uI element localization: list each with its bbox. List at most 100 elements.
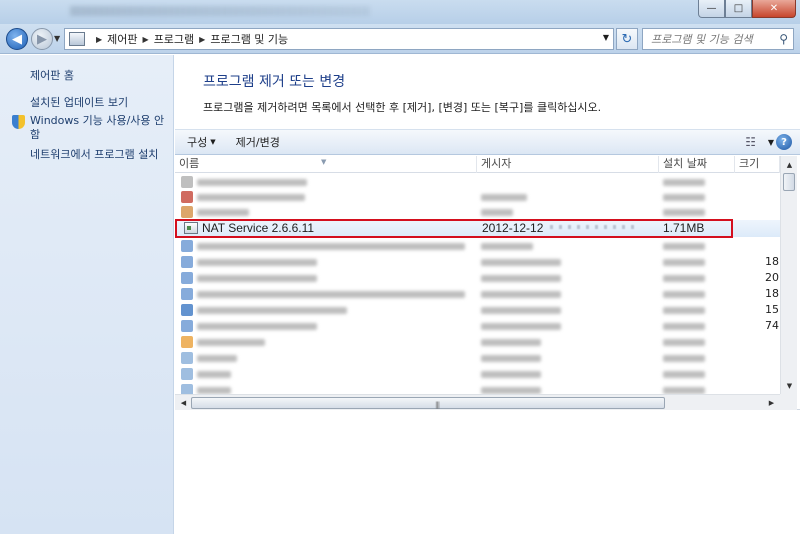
blurred-text — [481, 307, 561, 314]
blurred-text — [663, 355, 705, 362]
blurred-text — [663, 179, 705, 186]
maximize-button[interactable]: □ — [725, 0, 752, 18]
list-item[interactable] — [175, 174, 780, 190]
organize-label: 구성 — [187, 136, 208, 149]
address-dropdown-icon[interactable]: ▼ — [603, 33, 609, 42]
blurred-text — [197, 275, 317, 282]
list-item[interactable]: 74. — [175, 318, 780, 334]
refresh-button[interactable]: ↻ — [616, 28, 638, 50]
breadcrumb-arrow-icon[interactable]: ▶ — [96, 35, 102, 44]
list-item[interactable] — [175, 350, 780, 366]
breadcrumb-arrow-icon[interactable]: ▶ — [199, 35, 205, 44]
window-controls: — □ ✕ — [698, 0, 796, 18]
grip-icon: ||| — [435, 401, 440, 409]
breadcrumb-arrow-icon[interactable]: ▶ — [143, 35, 149, 44]
search-input[interactable] — [651, 32, 769, 46]
recent-pages-dropdown[interactable]: ▼ — [54, 34, 60, 43]
chevron-down-icon: ▼ — [210, 138, 216, 146]
program-icon — [181, 288, 193, 300]
list-item[interactable]: 15 — [175, 302, 780, 318]
list-item[interactable] — [175, 204, 780, 220]
scroll-corner — [780, 394, 797, 410]
scroll-thumb[interactable] — [783, 173, 795, 191]
program-icon — [181, 352, 193, 364]
list-item[interactable] — [175, 366, 780, 382]
programs-list: 이름 ▼ 게시자 설치 날짜 크기 18 20 18 15 74 NAT Ser… — [175, 156, 800, 410]
blurred-text — [663, 275, 705, 282]
forward-arrow-icon: ▶ — [37, 31, 47, 47]
blurred-text — [197, 194, 305, 201]
program-icon — [181, 272, 193, 284]
program-icon — [181, 256, 193, 268]
blurred-text — [663, 387, 705, 394]
scroll-down-icon[interactable]: ▼ — [782, 378, 797, 393]
blurred-text — [197, 387, 231, 394]
view-options-icon[interactable]: ☷ — [745, 135, 756, 149]
program-icon — [181, 304, 193, 316]
scroll-right-icon[interactable]: ▶ — [764, 396, 779, 410]
blurred-text — [481, 387, 541, 394]
forward-button[interactable]: ▶ — [31, 28, 53, 50]
horizontal-scrollbar[interactable]: ◀ ||| ▶ — [175, 394, 780, 410]
scroll-left-icon[interactable]: ◀ — [176, 396, 191, 410]
list-item[interactable] — [175, 382, 780, 394]
breadcrumb-programs-and-features[interactable]: 프로그램 및 기능 — [210, 31, 288, 47]
help-icon[interactable]: ? — [776, 134, 792, 150]
vertical-scrollbar[interactable]: ▲ ▼ — [780, 156, 797, 394]
column-header-install-date[interactable]: 설치 날짜 — [659, 156, 735, 173]
program-size: 18. — [765, 287, 780, 300]
windows-features-link[interactable]: Windows 기능 사용/사용 안함 — [30, 114, 170, 142]
sort-arrow-icon: ▼ — [321, 158, 327, 166]
list-item[interactable] — [175, 189, 780, 205]
back-arrow-icon: ◀ — [12, 31, 22, 47]
list-item[interactable]: 18. — [175, 254, 780, 270]
search-box[interactable]: ⚲ — [642, 28, 794, 50]
program-icon — [181, 368, 193, 380]
uninstall-change-button[interactable]: 제거/변경 — [236, 134, 280, 150]
view-installed-updates-link[interactable]: 설치된 업데이트 보기 — [30, 96, 128, 110]
breadcrumb-programs[interactable]: 프로그램 — [154, 31, 194, 47]
blurred-text — [663, 209, 705, 216]
column-header-size[interactable]: 크기 — [735, 156, 780, 173]
list-item[interactable] — [175, 238, 780, 254]
blurred-text — [197, 339, 265, 346]
back-button[interactable]: ◀ — [6, 28, 28, 50]
blurred-text — [197, 323, 317, 330]
list-item[interactable]: 20. — [175, 270, 780, 286]
blurred-text — [197, 259, 317, 266]
address-box[interactable]: ▶ 제어판 ▶ 프로그램 ▶ 프로그램 및 기능 ▼ — [64, 28, 614, 50]
program-icon — [181, 384, 193, 394]
shield-icon — [12, 115, 25, 129]
blurred-text — [197, 355, 237, 362]
blurred-text — [481, 291, 561, 298]
column-header-publisher[interactable]: 게시자 — [477, 156, 659, 173]
close-button[interactable]: ✕ — [752, 0, 796, 18]
list-item[interactable] — [175, 334, 780, 350]
scroll-thumb[interactable]: ||| — [191, 397, 665, 409]
blurred-text — [481, 323, 561, 330]
blurred-text — [663, 291, 705, 298]
window-title-blurred — [70, 6, 370, 16]
window-titlebar: — □ ✕ — [0, 0, 800, 24]
program-size: 18. — [765, 255, 780, 268]
list-item[interactable]: 18. — [175, 286, 780, 302]
blurred-text — [663, 243, 705, 250]
breadcrumb-control-panel[interactable]: 제어판 — [107, 31, 137, 47]
blurred-text — [481, 194, 527, 201]
program-size: 74. — [765, 319, 780, 332]
blurred-text — [197, 179, 307, 186]
blurred-text — [481, 371, 541, 378]
program-size: 15 — [765, 303, 779, 316]
breadcrumb: ▶ 제어판 ▶ 프로그램 ▶ 프로그램 및 기능 — [91, 31, 288, 47]
blurred-text — [481, 339, 541, 346]
view-dropdown-icon[interactable]: ▼ — [768, 138, 774, 147]
column-header-name[interactable]: 이름 ▼ — [175, 156, 477, 173]
task-pane: 제어판 홈 설치된 업데이트 보기 Windows 기능 사용/사용 안함 네트… — [0, 55, 174, 534]
scroll-up-icon[interactable]: ▲ — [782, 157, 797, 172]
minimize-button[interactable]: — — [698, 0, 725, 18]
install-from-network-link[interactable]: 네트워크에서 프로그램 설치 — [30, 148, 158, 162]
program-size: 20. — [765, 271, 780, 284]
search-icon[interactable]: ⚲ — [779, 32, 788, 46]
control-panel-home-link[interactable]: 제어판 홈 — [30, 67, 74, 83]
organize-button[interactable]: 구성 ▼ — [187, 134, 216, 150]
